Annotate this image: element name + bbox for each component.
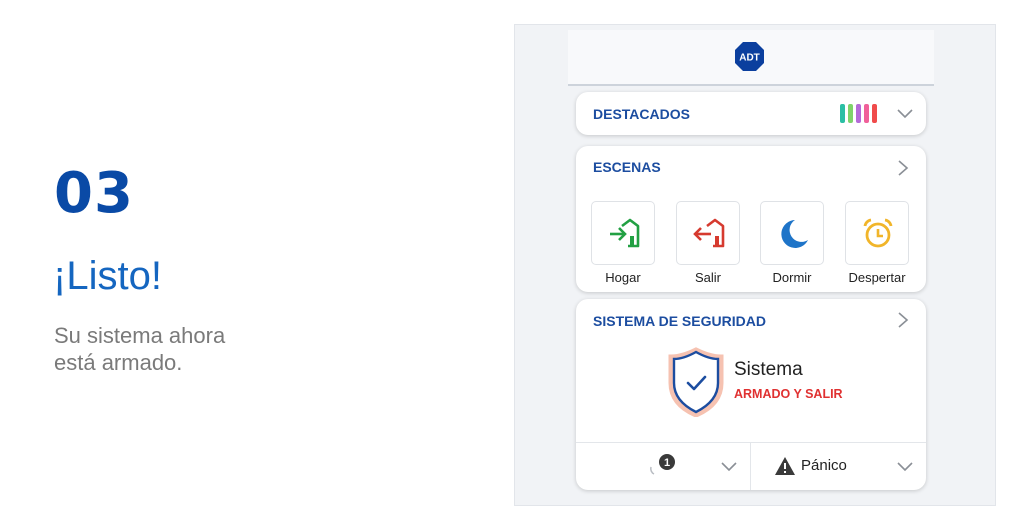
color-bar bbox=[864, 104, 869, 123]
system-status: ARMADO Y SALIR bbox=[734, 387, 843, 401]
chevron-right-icon[interactable] bbox=[896, 159, 910, 177]
chevron-down-icon[interactable] bbox=[896, 461, 914, 473]
scene-button-salir[interactable] bbox=[676, 201, 740, 265]
chevron-down-icon[interactable] bbox=[896, 108, 914, 120]
step-title: ¡Listo! bbox=[53, 254, 162, 298]
scene-label-hogar: Hogar bbox=[605, 270, 641, 285]
home-arrow-in-icon bbox=[610, 218, 640, 248]
home-arrow-out-icon bbox=[693, 218, 725, 248]
sensor-badge-count: 1 bbox=[664, 457, 670, 469]
scene-button-despertar[interactable] bbox=[845, 201, 909, 265]
panic-button[interactable]: Pánico bbox=[751, 443, 926, 490]
scene-button-dormir[interactable] bbox=[760, 201, 824, 265]
warning-icon bbox=[775, 457, 795, 475]
shield-check-icon[interactable] bbox=[668, 347, 724, 417]
scenes-card: ESCENAS Hogar Salir Dormir Despertar bbox=[576, 146, 926, 292]
scene-label-dormir: Dormir bbox=[772, 270, 812, 285]
highlights-title: DESTACADOS bbox=[593, 106, 690, 122]
scene-label-salir: Salir bbox=[694, 270, 721, 285]
adt-logo-text: ADT bbox=[739, 53, 760, 64]
adt-logo: ADT bbox=[734, 41, 765, 72]
security-card: SISTEMA DE SEGURIDAD Sistema ARMADO Y SA… bbox=[576, 299, 926, 490]
color-bar bbox=[840, 104, 845, 123]
step-description-line-1: Su sistema ahora bbox=[54, 323, 226, 348]
color-bar bbox=[856, 104, 861, 123]
step-description: Su sistema ahora está armado. bbox=[54, 322, 314, 376]
color-bar bbox=[872, 104, 877, 123]
moon-icon bbox=[781, 220, 808, 248]
chevron-right-icon[interactable] bbox=[896, 311, 910, 329]
step-number: 03 bbox=[54, 161, 134, 226]
sensor-status-control[interactable]: 1 bbox=[576, 443, 750, 490]
alarm-clock-icon bbox=[863, 218, 893, 248]
security-title: SISTEMA DE SEGURIDAD bbox=[593, 313, 766, 329]
scene-label-despertar: Despertar bbox=[848, 270, 906, 285]
highlights-card[interactable]: DESTACADOS bbox=[576, 92, 926, 135]
highlights-color-bars bbox=[840, 104, 877, 123]
system-name: Sistema bbox=[734, 359, 803, 380]
panic-label: Pánico bbox=[801, 457, 847, 474]
step-description-line-2: está armado. bbox=[54, 350, 183, 375]
app-header: ADT bbox=[568, 30, 934, 86]
color-bar bbox=[848, 104, 853, 123]
scenes-title: ESCENAS bbox=[593, 159, 661, 175]
scene-button-hogar[interactable] bbox=[591, 201, 655, 265]
chevron-down-icon[interactable] bbox=[720, 461, 738, 473]
sensor-link-icon: 1 bbox=[650, 454, 675, 475]
